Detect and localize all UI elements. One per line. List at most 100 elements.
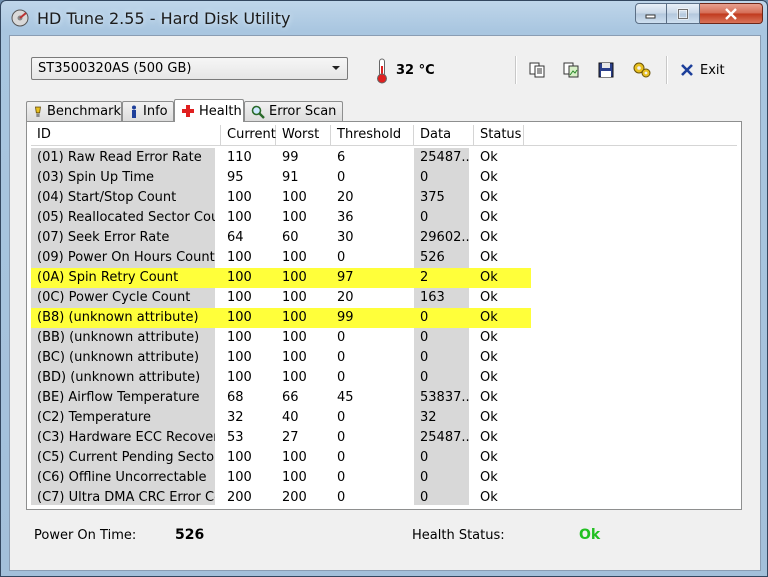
info-icon (132, 105, 136, 118)
table-row[interactable]: (C3) Hardware ECC Recover... 53 27 0 25487..… (31, 428, 531, 448)
cell-worst: 99 (282, 150, 299, 165)
toolbar-separator (515, 56, 517, 84)
cell-status: Ok (480, 170, 498, 185)
cell-data: 0 (414, 448, 469, 468)
table-row[interactable]: (C5) Current Pending Sector 100 100 0 0 Ok (31, 448, 531, 468)
table-row[interactable]: (BE) Airflow Temperature 68 66 45 53837... Ok (31, 388, 531, 408)
table-header: ID Current Worst Threshold Data Status (31, 125, 737, 146)
copy-text-icon (529, 62, 545, 78)
cell-worst: 91 (282, 170, 299, 185)
cell-worst: 100 (282, 470, 307, 485)
options-button[interactable] (632, 60, 652, 80)
cell-threshold: 0 (337, 250, 346, 265)
cell-worst: 100 (282, 450, 307, 465)
cell-data: 29602... (414, 228, 469, 248)
tab-info[interactable]: Info (122, 101, 174, 121)
cell-id: (BC) (unknown attribute) (31, 348, 215, 368)
cell-id: (B8) (unknown attribute) (31, 308, 215, 328)
tab-label: Error Scan (269, 104, 337, 119)
table-row[interactable]: (BD) (unknown attribute) 100 100 0 0 Ok (31, 368, 531, 388)
column-header-worst[interactable]: Worst (276, 125, 331, 145)
table-row[interactable]: (B8) (unknown attribute) 100 100 99 0 Ok (31, 308, 531, 328)
cell-id: (03) Spin Up Time (31, 168, 215, 188)
column-header-id[interactable]: ID (31, 125, 221, 145)
table-row[interactable]: (01) Raw Read Error Rate 110 99 6 25487... Ok (31, 148, 531, 168)
exit-button[interactable]: Exit (680, 60, 725, 80)
cell-threshold: 97 (331, 268, 414, 288)
cell-current: 110 (227, 150, 252, 165)
smart-table[interactable]: ID Current Worst Threshold Data Status (… (31, 125, 737, 505)
table-row[interactable]: (BC) (unknown attribute) 100 100 0 0 Ok (31, 348, 531, 368)
thermometer-icon (377, 58, 387, 84)
chevron-down-icon (332, 66, 340, 70)
cell-current: 32 (227, 410, 244, 425)
cell-current: 200 (227, 490, 252, 505)
power-on-time-value: 526 (175, 527, 205, 543)
table-row[interactable]: (04) Start/Stop Count 100 100 20 375 Ok (31, 188, 531, 208)
health-icon (182, 105, 194, 117)
minimize-button[interactable] (635, 3, 667, 24)
cell-current: 95 (227, 170, 244, 185)
table-row[interactable]: (09) Power On Hours Count 100 100 0 526 Ok (31, 248, 531, 268)
cell-worst: 100 (276, 268, 331, 288)
cell-status: Ok (480, 230, 498, 245)
cell-worst: 200 (282, 490, 307, 505)
cell-current: 100 (227, 210, 252, 225)
table-row[interactable]: (C6) Offline Uncorrectable 100 100 0 0 Ok (31, 468, 531, 488)
maximize-icon (677, 8, 689, 19)
cell-threshold: 20 (337, 190, 354, 205)
copy-screenshot-button[interactable] (561, 60, 581, 80)
cell-status: Ok (474, 268, 524, 288)
maximize-button[interactable] (667, 3, 700, 24)
cell-current: 100 (227, 470, 252, 485)
cell-data: 0 (414, 168, 469, 188)
cell-worst: 27 (282, 430, 299, 445)
save-icon (598, 62, 614, 78)
cell-id: (C2) Temperature (31, 408, 215, 428)
cell-worst: 100 (282, 210, 307, 225)
tab-label: Benchmark (46, 104, 121, 119)
table-row[interactable]: (BB) (unknown attribute) 100 100 0 0 Ok (31, 328, 531, 348)
table-row[interactable]: (C2) Temperature 32 40 0 32 Ok (31, 408, 531, 428)
table-row[interactable]: (0A) Spin Retry Count 100 100 97 2 Ok (31, 268, 531, 288)
drive-select[interactable]: ST3500320AS (500 GB) (31, 57, 348, 80)
cell-threshold: 6 (337, 150, 346, 165)
table-row[interactable]: (0C) Power Cycle Count 100 100 20 163 Ok (31, 288, 531, 308)
cell-worst: 100 (282, 290, 307, 305)
column-header-status[interactable]: Status (474, 125, 524, 145)
cell-worst: 100 (276, 308, 331, 328)
power-on-time-label: Power On Time: (34, 528, 137, 543)
column-header-current[interactable]: Current (221, 125, 276, 145)
cell-status: Ok (480, 350, 498, 365)
cell-threshold: 45 (337, 390, 354, 405)
cell-data: 0 (414, 368, 469, 388)
cell-data: 53837... (414, 388, 469, 408)
window-title: HD Tune 2.55 - Hard Disk Utility (37, 9, 291, 28)
cell-id: (0A) Spin Retry Count (31, 268, 215, 288)
close-icon (725, 7, 737, 20)
table-row[interactable]: (05) Reallocated Sector Cou... 100 100 36 0 O… (31, 208, 531, 228)
table-row[interactable]: (07) Seek Error Rate 64 60 30 29602... Ok (31, 228, 531, 248)
table-row[interactable]: (03) Spin Up Time 95 91 0 0 Ok (31, 168, 531, 188)
tab-health[interactable]: Health (174, 99, 244, 122)
cell-data: 32 (414, 408, 469, 428)
cell-data: 0 (414, 328, 469, 348)
cell-id: (07) Seek Error Rate (31, 228, 215, 248)
tab-benchmark[interactable]: Benchmark (26, 101, 122, 121)
copy-text-button[interactable] (527, 60, 547, 80)
main-panel: ST3500320AS (500 GB) 32 °C Exit Benchmar… (9, 35, 761, 571)
health-panel: ID Current Worst Threshold Data Status (… (26, 121, 742, 510)
close-button[interactable] (700, 3, 763, 24)
tab-error-scan[interactable]: Error Scan (244, 101, 343, 121)
cell-threshold: 36 (337, 210, 354, 225)
cell-threshold: 0 (337, 170, 346, 185)
temperature-readout: 32 °C (396, 63, 435, 78)
table-row[interactable]: (C7) Ultra DMA CRC Error Co... 200 200 0 0 Ok (31, 488, 531, 505)
cell-id: (BE) Airflow Temperature (31, 388, 215, 408)
column-header-threshold[interactable]: Threshold (331, 125, 414, 145)
column-header-data[interactable]: Data (414, 125, 474, 145)
save-button[interactable] (596, 60, 616, 80)
cell-status: Ok (480, 330, 498, 345)
cell-status: Ok (480, 450, 498, 465)
title-bar[interactable]: HD Tune 2.55 - Hard Disk Utility (1, 1, 767, 35)
